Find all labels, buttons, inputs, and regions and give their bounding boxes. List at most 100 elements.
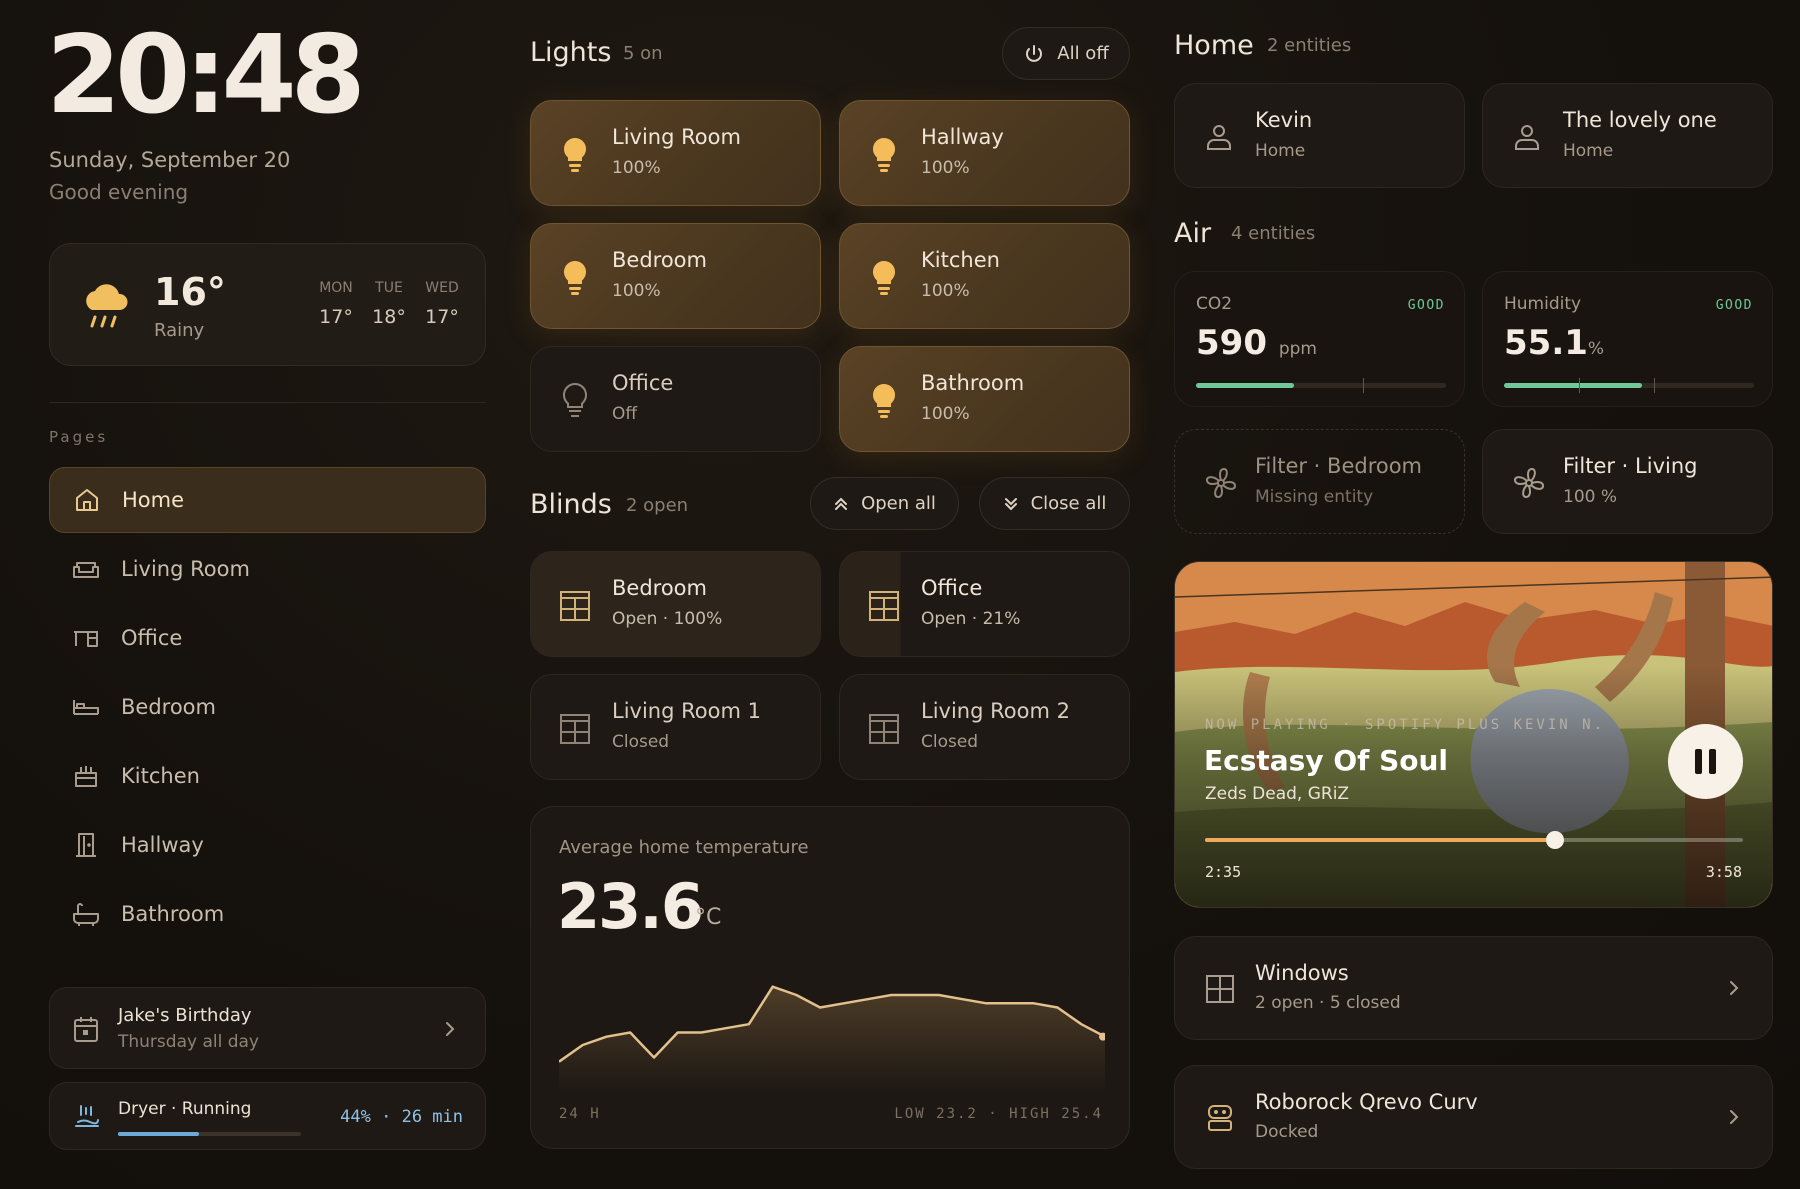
blind-tile-bedroom[interactable]: Bedroom Open · 100%	[530, 551, 821, 657]
sensor-threshold-tick	[1579, 378, 1580, 393]
window-blind-closed-icon	[869, 714, 899, 744]
forecast-day-temp: 17°	[425, 306, 459, 328]
filter-bedroom-card[interactable]: Filter · Bedroom Missing entity	[1174, 429, 1465, 534]
person-name: The lovely one	[1563, 108, 1717, 132]
pause-icon-bar	[1695, 749, 1702, 774]
pages-heading: Pages	[49, 428, 109, 446]
window-blind-closed-icon	[560, 714, 590, 744]
media-player-card[interactable]: NOW PLAYING · SPOTIFY PLUS KEVIN N. Ecst…	[1174, 561, 1773, 908]
temperature-card[interactable]: Average home temperature 23.6 °C 24 H LO…	[530, 806, 1130, 1149]
blinds-count: 2 open	[626, 495, 689, 516]
blind-state: Closed	[612, 732, 670, 752]
chart-range-label: 24 H	[559, 1106, 601, 1122]
blind-state: Open · 21%	[921, 609, 1021, 629]
rain-cloud-icon	[86, 284, 128, 328]
home-count: 2 entities	[1267, 35, 1352, 56]
desk-icon	[74, 631, 98, 647]
lightbulb-icon	[563, 261, 587, 295]
pause-button[interactable]	[1668, 724, 1743, 799]
chevron-right-icon	[446, 1022, 455, 1036]
dryer-icon	[75, 1105, 99, 1127]
sidebar-item-bedroom[interactable]: Bedroom	[49, 674, 486, 740]
co2-sensor-card[interactable]: CO2 GOOD 590 ppm	[1174, 271, 1465, 407]
light-name: Bedroom	[612, 248, 707, 272]
lights-title: Lights	[530, 37, 612, 68]
light-tile-hallway[interactable]: Hallway 100%	[839, 100, 1130, 206]
dryer-status-card[interactable]: Dryer · Running 44% · 26 min	[49, 1082, 486, 1150]
robot-vacuum-icon	[1208, 1105, 1232, 1131]
person-state: Home	[1563, 141, 1614, 161]
filter-state: 100 %	[1563, 487, 1618, 507]
windows-card[interactable]: Windows 2 open · 5 closed	[1174, 936, 1773, 1040]
sensor-name: Humidity	[1504, 294, 1582, 314]
close-all-button[interactable]: Close all	[979, 477, 1130, 530]
temperature-chart	[559, 985, 1105, 1092]
light-tile-office[interactable]: Office Off	[530, 346, 821, 452]
sidebar-item-kitchen[interactable]: Kitchen	[49, 743, 486, 809]
filter-living-card[interactable]: Filter · Living 100 %	[1482, 429, 1773, 534]
light-tile-bathroom[interactable]: Bathroom 100%	[839, 346, 1130, 452]
sidebar-item-label: Home	[122, 488, 185, 512]
sensor-badge: GOOD	[1407, 298, 1445, 313]
sensor-unit: %	[1587, 339, 1605, 359]
birthday-event-card[interactable]: Jake's Birthday Thursday all day	[49, 987, 486, 1069]
clock-date: Sunday, September 20	[49, 148, 291, 172]
event-time: Thursday all day	[118, 1032, 259, 1052]
sidebar-divider	[49, 402, 486, 403]
all-off-button[interactable]: All off	[1002, 27, 1130, 80]
playback-scrubber-handle[interactable]	[1545, 831, 1564, 849]
sensor-threshold-tick	[1363, 378, 1364, 393]
blinds-title: Blinds	[530, 489, 612, 520]
sidebar-item-bathroom[interactable]: Bathroom	[49, 881, 486, 947]
humidity-sensor-card[interactable]: Humidity GOOD 55.1%	[1482, 271, 1773, 407]
weather-card[interactable]: 16° Rainy MON 17° TUE 18° WED 17°	[49, 243, 486, 366]
blind-tile-living-room-2[interactable]: Living Room 2 Closed	[839, 674, 1130, 780]
sidebar-item-living-room[interactable]: Living Room	[49, 536, 486, 602]
light-tile-living-room[interactable]: Living Room 100%	[530, 100, 821, 206]
filter-state: Missing entity	[1255, 487, 1374, 507]
pause-icon-bar	[1709, 749, 1716, 774]
blind-tile-living-room-1[interactable]: Living Room 1 Closed	[530, 674, 821, 780]
forecast-day-label: WED	[425, 280, 459, 296]
chart-low-high: LOW 23.2 · HIGH 25.4	[894, 1106, 1103, 1122]
light-state: 100%	[921, 281, 970, 301]
sensor-level-fill	[1504, 383, 1642, 388]
sidebar-item-label: Living Room	[121, 557, 250, 581]
song-artist: Zeds Dead, GRiZ	[1205, 784, 1350, 804]
person-icon	[1515, 125, 1539, 150]
sidebar-item-office[interactable]: Office	[49, 605, 486, 671]
light-name: Kitchen	[921, 248, 1000, 272]
open-all-button[interactable]: Open all	[810, 477, 959, 530]
sidebar-item-home[interactable]: Home	[49, 467, 486, 533]
power-icon	[1026, 44, 1043, 62]
light-state: 100%	[921, 158, 970, 178]
dryer-title: Dryer · Running	[118, 1099, 252, 1119]
elapsed-time: 2:35	[1205, 863, 1242, 881]
light-name: Office	[612, 371, 674, 395]
door-icon	[76, 833, 96, 857]
forecast-day: WED 17°	[417, 280, 467, 328]
forecast-day-label: MON	[319, 280, 353, 296]
sidebar-item-label: Hallway	[121, 833, 204, 857]
vacuum-card[interactable]: Roborock Qrevo Curv Docked	[1174, 1065, 1773, 1169]
forecast-day-label: TUE	[375, 280, 403, 296]
weather-temp: 16°	[154, 270, 226, 314]
light-state: Off	[612, 404, 638, 424]
light-tile-kitchen[interactable]: Kitchen 100%	[839, 223, 1130, 329]
sensor-value: 590	[1196, 323, 1267, 363]
lights-count: 5 on	[623, 43, 663, 64]
all-off-label: All off	[1057, 43, 1109, 64]
close-all-label: Close all	[1030, 493, 1107, 514]
temperature-unit: °C	[695, 905, 722, 930]
light-tile-bedroom[interactable]: Bedroom 100%	[530, 223, 821, 329]
sidebar-item-hallway[interactable]: Hallway	[49, 812, 486, 878]
person-card-kevin[interactable]: Kevin Home	[1174, 83, 1465, 188]
song-title: Ecstasy Of Soul	[1204, 744, 1449, 777]
blind-tile-office[interactable]: Office Open · 21%	[839, 551, 1130, 657]
person-card-lovely-one[interactable]: The lovely one Home	[1482, 83, 1773, 188]
playback-progress-bar[interactable]	[1205, 831, 1743, 849]
blind-name: Bedroom	[612, 576, 707, 600]
lightbulb-icon	[872, 384, 896, 418]
forecast-day-temp: 18°	[372, 306, 406, 328]
sensor-value-row: 55.1%	[1504, 323, 1604, 363]
